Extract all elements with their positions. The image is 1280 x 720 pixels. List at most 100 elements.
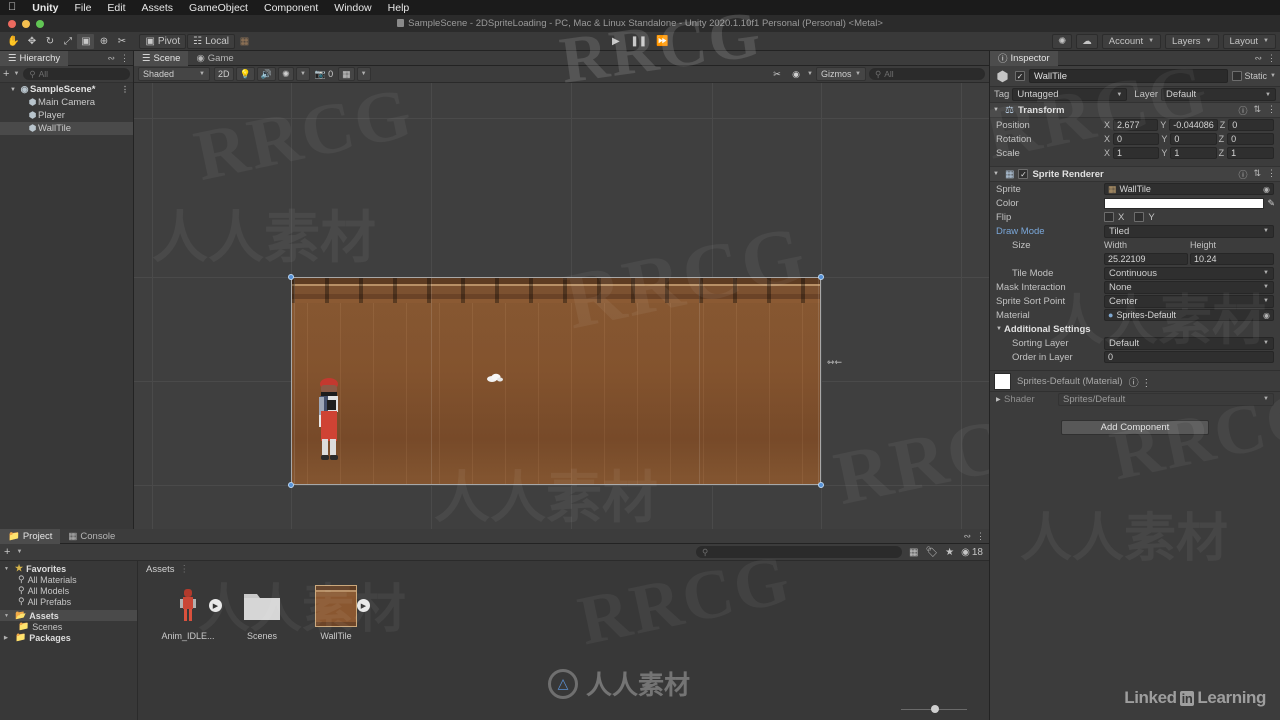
menu-item-unity[interactable]: Unity: [24, 2, 66, 14]
static-checkbox[interactable]: [1231, 71, 1242, 81]
chevron-down-icon[interactable]: ▼: [4, 566, 12, 572]
gameobject-name-input[interactable]: WallTile: [1029, 69, 1228, 83]
local-toggle-button[interactable]: ☷ Local: [187, 33, 236, 49]
flip-x-checkbox[interactable]: [1104, 212, 1114, 222]
menu-item-assets[interactable]: Assets: [134, 2, 182, 14]
hierarchy-item-samplescene[interactable]: ▼ ◉ SampleScene* ⋮: [0, 83, 133, 96]
asset-item-scenes[interactable]: Scenes: [234, 585, 290, 641]
transform-component-header[interactable]: ▼ ⚖ Transform ⓘ ⇅ ⋮: [990, 102, 1280, 118]
rect-tool-icon[interactable]: ▣: [77, 33, 95, 49]
chevron-down-icon[interactable]: ▼: [13, 71, 19, 77]
gizmos-dropdown[interactable]: Gizmos ▼: [816, 67, 866, 81]
asset-item-walltile[interactable]: ▶ WallTile: [308, 585, 370, 641]
project-tree-item-scenes[interactable]: 📁 Scenes: [0, 621, 137, 632]
size-height-input[interactable]: 10.24: [1190, 253, 1274, 265]
lock-icon[interactable]: ∾: [107, 53, 115, 64]
walltile-sprite[interactable]: [291, 277, 821, 485]
flip-y-checkbox[interactable]: [1134, 212, 1145, 222]
draw-mode-dropdown[interactable]: Tiled ▼: [1104, 224, 1274, 238]
shader-dropdown[interactable]: Sprites/Default ▼: [1058, 392, 1274, 406]
kebab-menu-icon[interactable]: ⋮: [121, 85, 129, 94]
account-dropdown[interactable]: Account ▼: [1101, 33, 1162, 49]
asset-zoom-slider[interactable]: [901, 704, 967, 714]
help-icon[interactable]: ⓘ: [1238, 168, 1247, 181]
tab-console[interactable]: ▦ Console: [60, 529, 123, 544]
chevron-down-icon[interactable]: ▼: [993, 107, 1001, 113]
kebab-menu-icon[interactable]: ⋮: [1267, 168, 1276, 181]
pause-icon[interactable]: ❚❚: [627, 34, 650, 49]
scale-tool-icon[interactable]: ⤢: [59, 34, 76, 49]
kebab-menu-icon[interactable]: ⋮: [1141, 378, 1151, 389]
filter-by-label-icon[interactable]: 🏷: [925, 547, 938, 558]
rotate-tool-icon[interactable]: ↻: [41, 34, 58, 49]
favorite-star-icon[interactable]: ★: [945, 547, 954, 558]
mask-interaction-dropdown[interactable]: None ▼: [1104, 280, 1274, 294]
grid-snap-icon[interactable]: ▦: [236, 34, 253, 49]
hierarchy-item-walltile[interactable]: ⬢ WallTile: [0, 122, 133, 135]
tab-project[interactable]: 📁 Project: [0, 528, 61, 544]
layer-dropdown[interactable]: Default ▼: [1161, 88, 1276, 101]
toggle-2d-button[interactable]: 2D: [214, 67, 234, 81]
project-tree-item-all-models[interactable]: ⚲ All Models: [0, 585, 137, 596]
transform-tool-icon[interactable]: ⊕: [95, 34, 112, 49]
cloud-button[interactable]: ☁: [1076, 33, 1098, 49]
position-z-input[interactable]: 0: [1228, 119, 1274, 131]
kebab-menu-icon[interactable]: ⋮: [1267, 104, 1276, 117]
shading-mode-dropdown[interactable]: Shaded ▼: [138, 67, 210, 81]
apple-icon[interactable]: : [8, 2, 16, 13]
tag-dropdown[interactable]: Untagged ▼: [1012, 88, 1128, 101]
sprite-renderer-component-header[interactable]: ▼ ▦ ✓ Sprite Renderer ⓘ ⇅ ⋮: [990, 166, 1280, 182]
chevron-right-icon[interactable]: ▶: [996, 396, 1004, 403]
scale-x-input[interactable]: 1: [1113, 147, 1160, 159]
chevron-down-icon[interactable]: ▼: [10, 87, 19, 93]
move-tool-icon[interactable]: ✥: [23, 34, 40, 49]
lock-icon[interactable]: ∾: [963, 531, 971, 542]
menu-item-help[interactable]: Help: [380, 2, 418, 14]
add-component-button[interactable]: Add Component: [1061, 420, 1209, 435]
camera-count-button[interactable]: 📷 0: [312, 67, 336, 81]
menu-item-component[interactable]: Component: [256, 2, 326, 14]
hand-tool-icon[interactable]: ✋: [4, 34, 22, 49]
hierarchy-item-main-camera[interactable]: ⬢ Main Camera: [0, 96, 133, 109]
menu-item-gameobject[interactable]: GameObject: [181, 2, 256, 14]
object-picker-icon[interactable]: ◉: [1263, 311, 1270, 320]
hierarchy-item-player[interactable]: ⬢ Player: [0, 109, 133, 122]
play-icon[interactable]: ▶: [607, 34, 624, 49]
asset-item-anim-idle[interactable]: ▶ Anim_IDLE...: [160, 585, 222, 641]
menu-item-window[interactable]: Window: [326, 2, 379, 14]
sprite-renderer-enabled-checkbox[interactable]: ✓: [1018, 169, 1029, 179]
create-asset-button[interactable]: +: [4, 546, 10, 558]
zoom-knob[interactable]: [931, 705, 939, 713]
chevron-down-icon[interactable]: ▼: [4, 613, 12, 619]
eyedropper-icon[interactable]: ✎: [1267, 198, 1275, 209]
static-toggle[interactable]: Static ▼: [1231, 71, 1276, 81]
project-tree-item-favorites[interactable]: ▼ ★ Favorites: [0, 563, 137, 574]
filter-by-type-icon[interactable]: ▦: [909, 547, 918, 558]
step-icon[interactable]: ⏩: [653, 34, 671, 49]
chevron-right-icon[interactable]: ▶: [4, 635, 12, 641]
resize-handle-bottom-left[interactable]: [288, 482, 294, 488]
scene-canvas[interactable]: ⇿⇽ RRCG RRCG 人人素材 人人素材 RRCG: [134, 83, 989, 529]
material-object-field[interactable]: ● Sprites-Default ◉: [1104, 309, 1274, 321]
fx-icon[interactable]: ✺: [277, 67, 294, 81]
project-tree-item-all-prefabs[interactable]: ⚲ All Prefabs: [0, 596, 137, 607]
layers-dropdown[interactable]: Layers ▼: [1165, 33, 1219, 49]
project-search-input[interactable]: ⚲: [696, 546, 903, 558]
sprite-object-field[interactable]: ▦ WallTile ◉: [1104, 183, 1274, 195]
material-component-header[interactable]: Sprites-Default (Material) ⓘ ⋮: [990, 370, 1280, 392]
preset-icon[interactable]: ⇅: [1253, 104, 1261, 117]
rotation-z-input[interactable]: 0: [1227, 133, 1274, 145]
player-sprite[interactable]: [316, 375, 342, 465]
project-tree-item-all-materials[interactable]: ⚲ All Materials: [0, 574, 137, 585]
sorting-layer-dropdown[interactable]: Default ▼: [1104, 336, 1274, 350]
lock-icon[interactable]: ∾: [1254, 53, 1262, 64]
project-tree-item-assets[interactable]: ▼ 📂 Assets: [0, 610, 137, 621]
visibility-icon[interactable]: ◉: [788, 67, 804, 81]
kebab-menu-icon[interactable]: ⋮: [976, 531, 985, 542]
chevron-down-icon[interactable]: ▼: [807, 71, 813, 77]
custom-tool-icon[interactable]: ✂: [113, 34, 130, 49]
order-in-layer-input[interactable]: 0: [1104, 351, 1274, 363]
grid-dropdown[interactable]: ▼: [356, 67, 371, 81]
position-x-input[interactable]: 2.677: [1113, 119, 1159, 131]
kebab-menu-icon[interactable]: ⋮: [1267, 53, 1276, 64]
